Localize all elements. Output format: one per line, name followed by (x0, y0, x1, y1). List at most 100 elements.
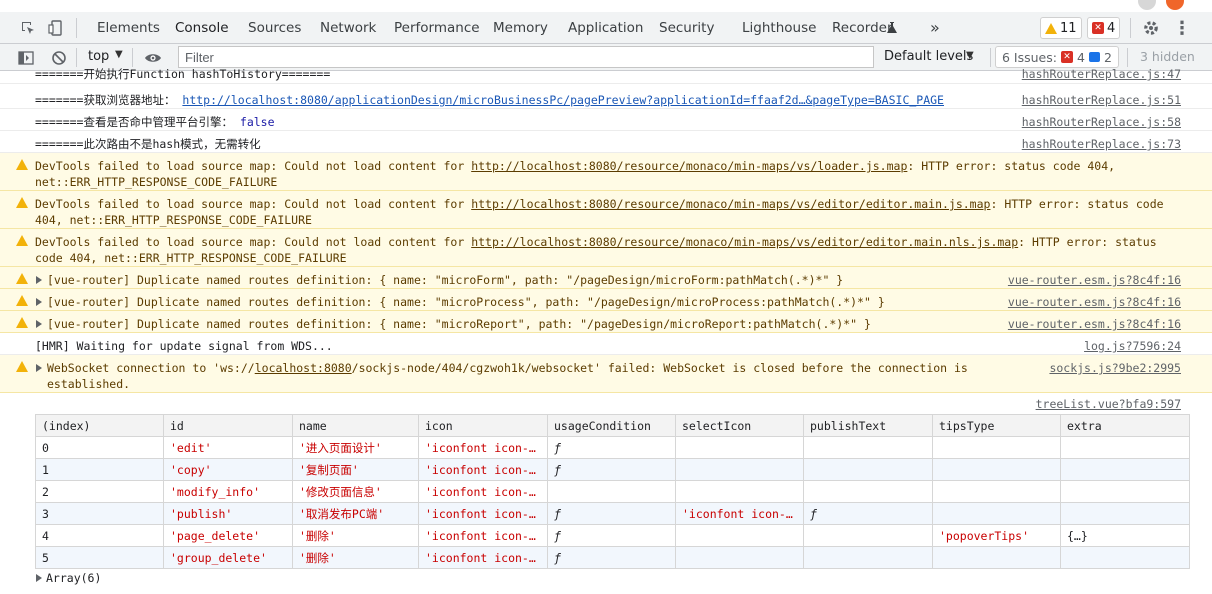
url-link[interactable]: http://localhost:8080/resource/monaco/mi… (471, 159, 907, 173)
console-message: [HMR] Waiting for update signal from WDS… (0, 333, 1212, 355)
levels-chevron-down-icon[interactable]: ▼ (966, 50, 974, 61)
tab-recorder[interactable]: Recorder (832, 12, 893, 43)
boolean-value: false (239, 115, 275, 129)
table-cell (932, 436, 1061, 459)
table-cell (1060, 480, 1190, 503)
show-sidebar-icon[interactable] (16, 48, 36, 68)
console-warning: DevTools failed to load source map: Coul… (0, 153, 1212, 191)
column-header[interactable]: tipsType (932, 414, 1061, 437)
source-link[interactable]: hashRouterReplace.js:58 (1022, 114, 1181, 130)
tab-network[interactable]: Network (320, 12, 376, 43)
warnings-badge[interactable]: 11 (1040, 17, 1082, 39)
column-header[interactable]: id (163, 414, 293, 437)
settings-gear-icon[interactable] (1141, 18, 1161, 38)
warning-icon (16, 273, 28, 284)
context-selector[interactable]: top (88, 49, 109, 64)
column-header[interactable]: extra (1060, 414, 1190, 437)
column-header[interactable]: publishText (803, 414, 933, 437)
warning-text: [vue-router] Duplicate named routes defi… (47, 273, 844, 287)
warning-icon (16, 361, 28, 372)
more-tabs-button[interactable]: » (930, 12, 940, 43)
expand-arrow-icon[interactable] (36, 320, 42, 328)
table-cell[interactable]: {…} (1060, 524, 1190, 547)
errors-count: 4 (1107, 20, 1116, 36)
table-cell: '进入页面设计' (292, 436, 419, 459)
column-header[interactable]: usageCondition (547, 414, 676, 437)
clear-console-icon[interactable] (49, 48, 69, 68)
issues-info-count: 2 (1103, 49, 1112, 65)
table-cell: '复制页面' (292, 458, 419, 481)
table-source-link[interactable]: treeList.vue?bfa9:597 (1036, 397, 1181, 411)
table-cell (932, 480, 1061, 503)
tab-memory[interactable]: Memory (493, 12, 548, 43)
devtools-main-toolbar: Elements Console Sources Network Perform… (0, 12, 1212, 55)
tab-sources[interactable]: Sources (248, 12, 301, 43)
table-cell: 'modify_info' (163, 480, 293, 503)
table-cell: '修改页面信息' (292, 480, 419, 503)
tab-performance[interactable]: Performance (394, 12, 480, 43)
tab-application[interactable]: Application (568, 12, 643, 43)
column-header[interactable]: name (292, 414, 419, 437)
errors-badge[interactable]: ✕ 4 (1087, 17, 1121, 39)
tab-elements[interactable]: Elements (97, 12, 160, 43)
console-warning[interactable]: [vue-router] Duplicate named routes defi… (0, 289, 1212, 311)
array-summary[interactable]: Array(6) (36, 571, 101, 585)
live-expression-eye-icon[interactable] (143, 48, 163, 68)
source-link[interactable]: hashRouterReplace.js:51 (1022, 92, 1181, 108)
column-header[interactable]: icon (418, 414, 548, 437)
table-cell (675, 546, 804, 569)
source-link[interactable]: vue-router.esm.js?8c4f:16 (1008, 316, 1181, 332)
table-cell (1060, 546, 1190, 569)
table-cell: 'copy' (163, 458, 293, 481)
table-cell (803, 458, 933, 481)
url-link[interactable]: localhost:8080 (255, 361, 352, 375)
console-warning[interactable]: [vue-router] Duplicate named routes defi… (0, 311, 1212, 333)
url-link[interactable]: http://localhost:8080/resource/monaco/mi… (471, 197, 990, 211)
tab-lighthouse[interactable]: Lighthouse (742, 12, 816, 43)
table-cell: 3 (35, 502, 164, 525)
table-cell: '取消发布PC端' (292, 502, 419, 525)
device-toolbar-icon[interactable] (46, 18, 66, 38)
extension-icon[interactable] (1166, 0, 1184, 10)
chevron-down-icon[interactable]: ▼ (115, 49, 123, 60)
table-cell (932, 546, 1061, 569)
source-link[interactable]: hashRouterReplace.js:47 (1022, 66, 1181, 82)
console-table: (index) id name icon usageCondition sele… (35, 414, 1190, 569)
column-header[interactable]: selectIcon (675, 414, 804, 437)
expand-arrow-icon[interactable] (36, 574, 42, 582)
url-link[interactable]: http://localhost:8080/resource/monaco/mi… (471, 235, 1018, 249)
log-text: =======此次路由不是hash模式，无需转化 (35, 137, 261, 151)
column-header[interactable]: (index) (35, 414, 164, 437)
error-icon: ✕ (1092, 22, 1104, 34)
source-link[interactable]: vue-router.esm.js?8c4f:16 (1008, 272, 1181, 288)
filter-input[interactable] (178, 46, 874, 68)
console-warning[interactable]: [vue-router] Duplicate named routes defi… (0, 267, 1212, 289)
source-link[interactable]: sockjs.js?9be2:2995 (1049, 360, 1181, 376)
issue-error-icon: ✕ (1060, 51, 1073, 63)
expand-arrow-icon[interactable] (36, 298, 42, 306)
table-cell: 'iconfont icon-… (418, 436, 548, 459)
url-link[interactable]: http://localhost:8080/applicationDesign/… (182, 93, 944, 107)
table-cell: 1 (35, 458, 164, 481)
table-cell (675, 524, 804, 547)
log-text: [HMR] Waiting for update signal from WDS… (35, 339, 333, 353)
console-messages: =======开始执行Function hashToHistory=======… (0, 67, 1212, 594)
table-cell: 2 (35, 480, 164, 503)
tab-console[interactable]: Console (175, 12, 229, 43)
source-link[interactable]: hashRouterReplace.js:73 (1022, 136, 1181, 152)
table-cell: 'group_delete' (163, 546, 293, 569)
issues-button[interactable]: 6 Issues: ✕ 4 2 (995, 46, 1119, 68)
source-link[interactable]: vue-router.esm.js?8c4f:16 (1008, 294, 1181, 310)
inspect-element-icon[interactable] (18, 18, 38, 38)
console-warning[interactable]: WebSocket connection to 'ws://localhost:… (0, 355, 1212, 393)
log-levels-dropdown[interactable]: Default levels (884, 49, 973, 64)
console-message: =======查看是否命中管理平台引擎： false hashRouterRep… (0, 109, 1212, 131)
array-label: Array(6) (46, 571, 102, 585)
tab-security[interactable]: Security (659, 12, 714, 43)
profile-icon[interactable] (1138, 0, 1156, 10)
expand-arrow-icon[interactable] (36, 276, 42, 284)
expand-arrow-icon[interactable] (36, 364, 42, 372)
more-options-icon[interactable]: ⋮ (1172, 18, 1192, 39)
browser-tabstrip (0, 0, 1212, 12)
source-link[interactable]: log.js?7596:24 (1084, 338, 1181, 354)
